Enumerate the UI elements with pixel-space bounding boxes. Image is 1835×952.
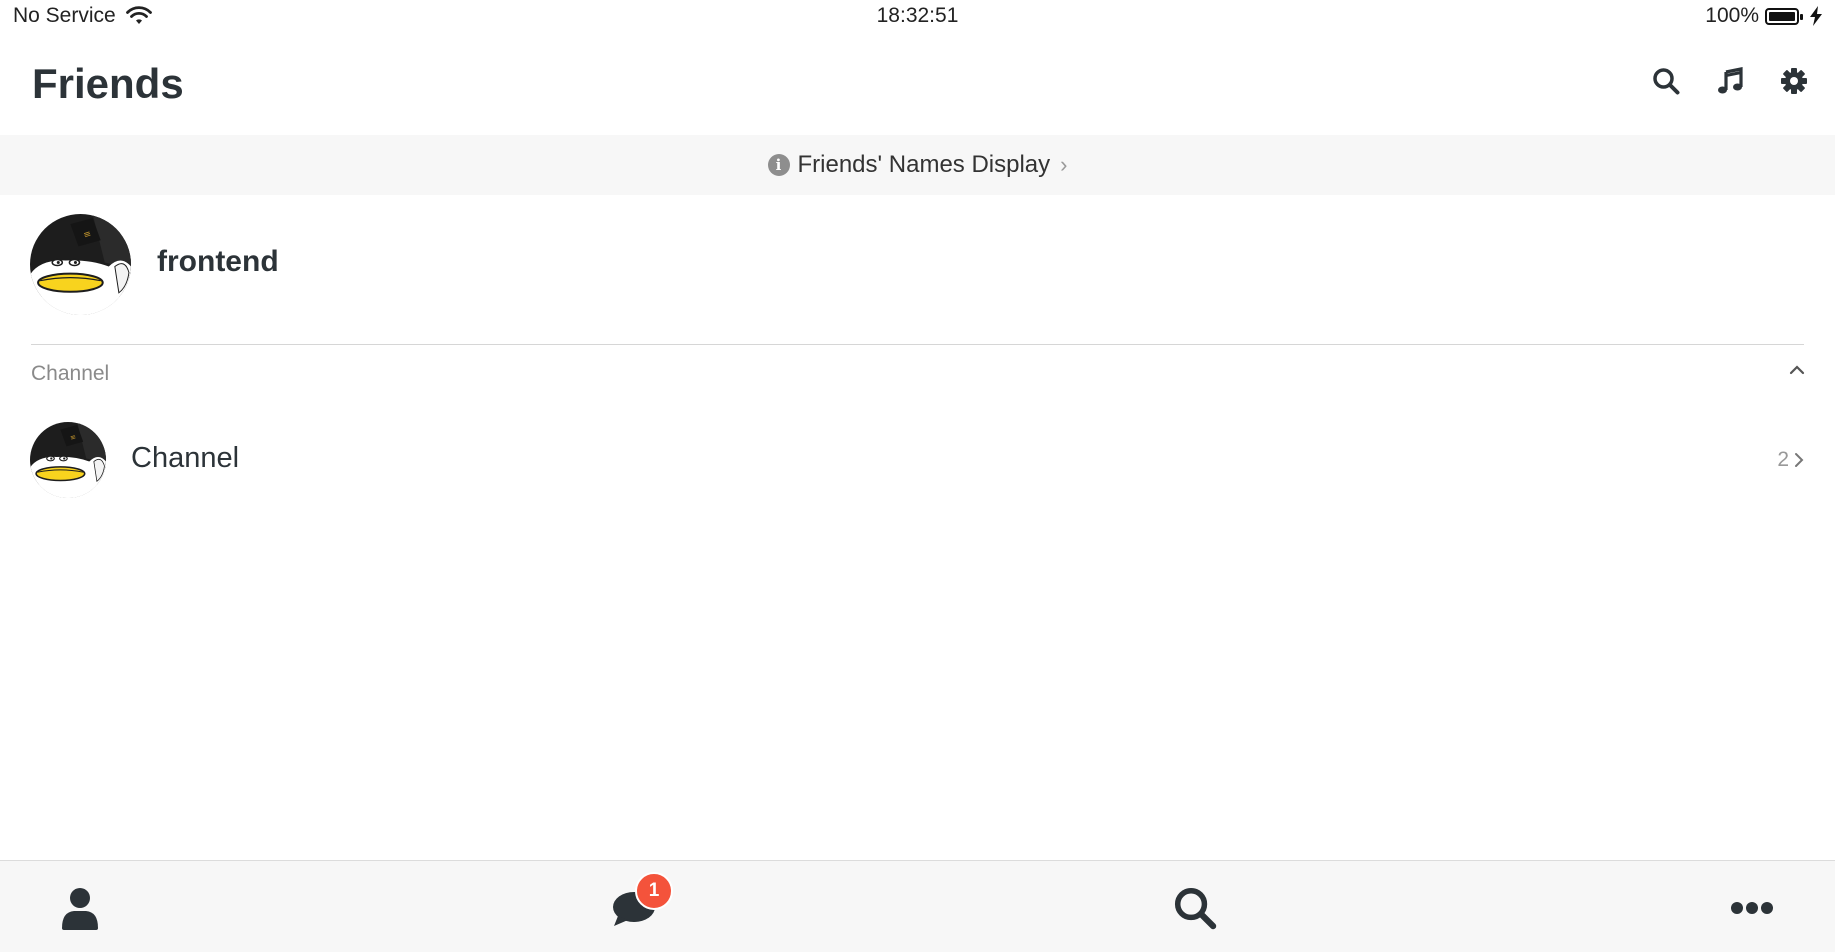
tab-search[interactable] — [1170, 883, 1220, 933]
gear-icon — [1781, 68, 1807, 94]
tab-bar — [0, 860, 1835, 952]
status-bar: No Service 18:32:51 100% — [0, 0, 1835, 32]
penguin-avatar-icon: ≡ — [30, 422, 106, 498]
chevron-right-icon: › — [1060, 152, 1068, 177]
battery-icon — [1765, 7, 1803, 25]
my-profile-row[interactable]: ≡ frontend — [0, 210, 1835, 320]
chevron-up-icon — [1789, 365, 1805, 375]
contacts-icon — [62, 888, 98, 930]
penguin-avatar-icon: ≡ — [30, 214, 131, 315]
avatar: ≡ — [30, 422, 106, 498]
tab-contacts[interactable] — [55, 883, 105, 933]
header-actions — [1651, 66, 1809, 96]
charging-bolt-icon — [1810, 6, 1822, 26]
status-time: 18:32:51 — [876, 4, 959, 27]
channel-row[interactable]: ≡ Channel 2 — [0, 418, 1835, 502]
search-button[interactable] — [1651, 66, 1681, 96]
profile-name: frontend — [157, 245, 279, 278]
channel-name: Channel — [131, 442, 240, 474]
chat-unread-badge: 1 — [635, 872, 673, 910]
divider — [31, 344, 1804, 345]
channel-member-count: 2 — [1777, 448, 1805, 472]
search-icon — [1653, 68, 1680, 95]
settings-button[interactable] — [1779, 66, 1809, 96]
names-display-banner[interactable]: i Friends' Names Display › — [0, 135, 1835, 195]
music-note-icon — [1718, 67, 1743, 94]
count-value: 2 — [1777, 448, 1789, 471]
search-icon — [1174, 887, 1217, 930]
page-title: Friends — [32, 60, 184, 107]
avatar: ≡ — [30, 214, 131, 315]
music-button[interactable] — [1715, 66, 1745, 96]
more-icon — [1731, 902, 1773, 914]
chevron-right-icon — [1795, 453, 1804, 467]
tab-more[interactable] — [1727, 883, 1777, 933]
names-display-label: Friends' Names Display — [797, 151, 1051, 178]
battery-percent: 100% — [1705, 4, 1759, 27]
channel-section-header[interactable]: Channel — [0, 360, 1835, 390]
header: Friends — [0, 40, 1835, 135]
section-label: Channel — [31, 362, 110, 385]
info-icon: i — [767, 154, 790, 176]
status-right: 100% — [1705, 4, 1823, 28]
